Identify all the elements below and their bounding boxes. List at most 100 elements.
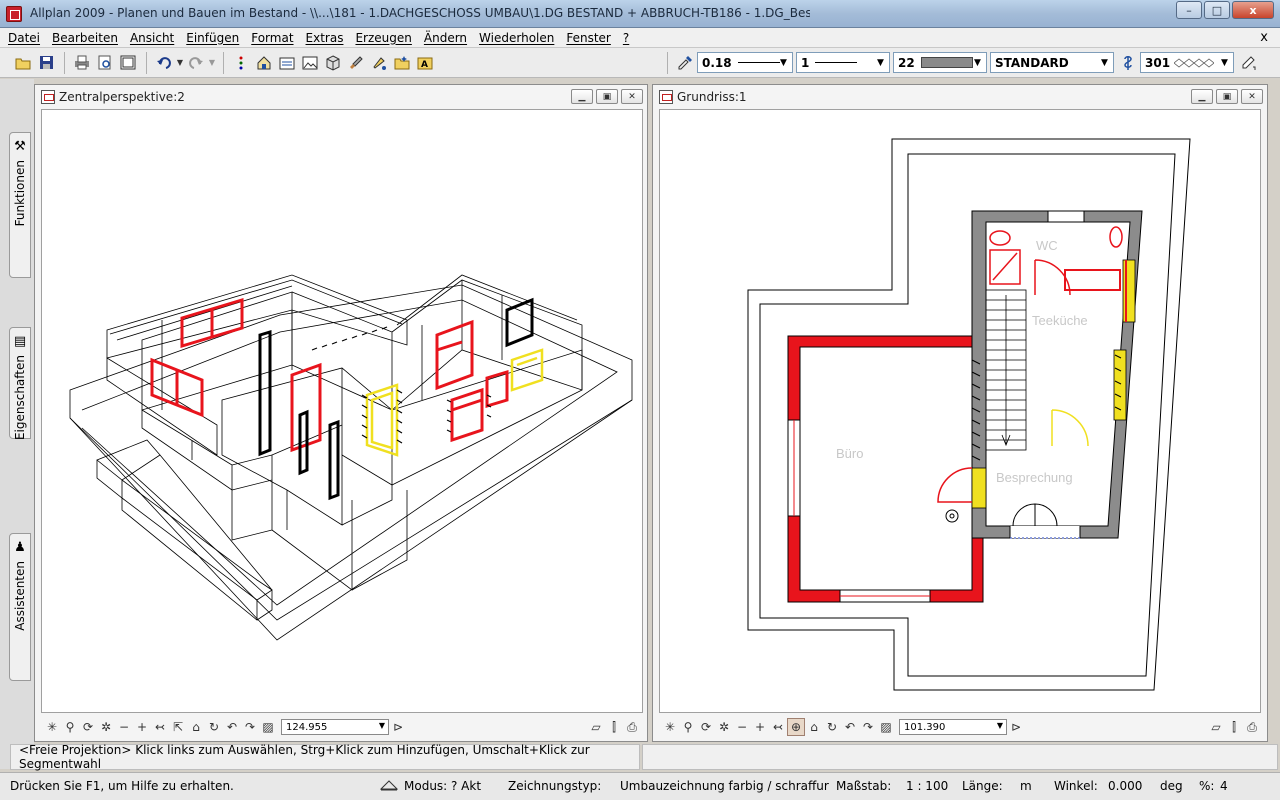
cube-view-icon[interactable]: ▱ [1207, 718, 1225, 736]
input-line[interactable] [642, 744, 1278, 770]
pen-edit-icon[interactable] [1237, 52, 1259, 74]
app-icon[interactable] [6, 6, 22, 22]
menu-erzeugen[interactable]: Erzeugen [355, 31, 411, 45]
tab-eigenschaften[interactable]: ▤ Eigenschaften [9, 327, 31, 441]
center-icon[interactable]: ✲ [715, 718, 733, 736]
snap-icon[interactable]: ⊕ [787, 718, 805, 736]
menu-wiederholen[interactable]: Wiederholen [479, 31, 554, 45]
viewport-maximize-button[interactable]: ▣ [1216, 89, 1238, 104]
dialog-line-text: <Freie Projektion> Klick links zum Auswä… [19, 743, 590, 771]
line-type-select[interactable]: 1 ▼ [796, 52, 890, 73]
brush-icon[interactable] [345, 52, 367, 74]
undo-dropdown-icon[interactable]: ▼ [176, 52, 184, 74]
zoom-out-icon[interactable]: − [733, 718, 751, 736]
previous-view-icon[interactable]: ↢ [151, 718, 169, 736]
viewport-close-button[interactable]: ✕ [621, 89, 643, 104]
split-view-icon[interactable]: ⫿ [1225, 718, 1243, 736]
close-button[interactable]: x [1232, 1, 1274, 19]
refresh-icon[interactable]: ↻ [823, 718, 841, 736]
redo-view-icon[interactable]: ↷ [859, 718, 877, 736]
folder-icon[interactable] [276, 52, 298, 74]
status-scale-value[interactable]: 1 : 100 [906, 779, 948, 793]
print-icon[interactable] [71, 52, 93, 74]
layout-icon[interactable] [117, 52, 139, 74]
menu-aendern[interactable]: Ändern [424, 31, 467, 45]
folder-wizard-icon[interactable] [391, 52, 413, 74]
print-preview-icon[interactable] [94, 52, 116, 74]
zoom-icon[interactable]: ⚲ [61, 718, 79, 736]
perspective-canvas[interactable] [41, 109, 643, 713]
pan-icon[interactable]: ✳ [661, 718, 679, 736]
menu-datei[interactable]: Datei [8, 31, 40, 45]
tab-funktionen[interactable]: ⚒ Funktionen [9, 132, 31, 278]
house-icon[interactable] [253, 52, 275, 74]
status-length-unit[interactable]: m [1020, 779, 1032, 793]
home-view-icon[interactable]: ⌂ [187, 718, 205, 736]
status-mode-value[interactable]: ? Akt [451, 779, 481, 793]
zoom-in-icon[interactable]: + [751, 718, 769, 736]
layer-select[interactable]: STANDARD ▼ [990, 52, 1114, 73]
pin-icon[interactable]: ⊳ [389, 718, 407, 736]
center-icon[interactable]: ✲ [97, 718, 115, 736]
refresh-icon[interactable]: ↻ [205, 718, 223, 736]
viewport-maximize-button[interactable]: ▣ [596, 89, 618, 104]
pan-icon[interactable]: ✳ [43, 718, 61, 736]
split-view-icon[interactable]: ⫿ [605, 718, 623, 736]
text-icon[interactable]: A [414, 52, 436, 74]
redo-view-icon[interactable]: ↷ [241, 718, 259, 736]
tab-eigenschaften-label: Eigenschaften [13, 355, 27, 441]
redo-icon[interactable] [185, 52, 207, 74]
picture-icon[interactable] [299, 52, 321, 74]
pen-thickness-select[interactable]: 0.18 ▼ [697, 52, 793, 73]
cube-view-icon[interactable]: ▱ [587, 718, 605, 736]
save-view-icon[interactable]: ▨ [877, 718, 895, 736]
menu-help[interactable]: ? [623, 31, 629, 45]
settings-view-icon[interactable]: ⎙ [623, 718, 641, 736]
undo-view-icon[interactable]: ↶ [223, 718, 241, 736]
menu-bearbeiten[interactable]: Bearbeiten [52, 31, 118, 45]
zoom-icon[interactable]: ⚲ [679, 718, 697, 736]
status-type-value[interactable]: Umbauzeichnung farbig / schraffur [620, 779, 829, 793]
undo-icon[interactable] [153, 52, 175, 74]
viewport-close-button[interactable]: ✕ [1241, 89, 1263, 104]
menu-ansicht[interactable]: Ansicht [130, 31, 174, 45]
rotate-icon[interactable]: ⟳ [697, 718, 715, 736]
color-swatch [920, 57, 973, 68]
dots-icon[interactable] [230, 52, 252, 74]
viewport-minimize-button[interactable]: ▁ [571, 89, 593, 104]
floorplan-zoom-select[interactable]: 101.390 ▼ [899, 719, 1007, 735]
zoom-in-icon[interactable]: + [133, 718, 151, 736]
redo-dropdown-icon[interactable]: ▼ [208, 52, 216, 74]
chevron-down-icon: ▼ [974, 57, 981, 68]
settings-view-icon[interactable]: ⎙ [1243, 718, 1261, 736]
home-view-icon[interactable]: ⌂ [805, 718, 823, 736]
eyedropper-icon[interactable] [674, 52, 696, 74]
viewport-minimize-button[interactable]: ▁ [1191, 89, 1213, 104]
zoom-out-icon[interactable]: − [115, 718, 133, 736]
menu-einfuegen[interactable]: Einfügen [186, 31, 239, 45]
menu-format[interactable]: Format [251, 31, 293, 45]
pin-icon[interactable]: ⊳ [1007, 718, 1025, 736]
next-view-icon[interactable]: ⇱ [169, 718, 187, 736]
chevron-down-icon: ▼ [996, 721, 1003, 730]
open-file-icon[interactable] [12, 52, 34, 74]
maximize-button[interactable]: □ [1204, 1, 1230, 19]
status-angle-unit[interactable]: deg [1160, 779, 1183, 793]
perspective-zoom-select[interactable]: 124.955 ▼ [281, 719, 389, 735]
floorplan-canvas[interactable]: WC Teeküche Büro Besprechung [659, 109, 1261, 713]
menu-extras[interactable]: Extras [306, 31, 344, 45]
paint-icon[interactable] [368, 52, 390, 74]
color-select[interactable]: 22 ▼ [893, 52, 987, 73]
previous-view-icon[interactable]: ↢ [769, 718, 787, 736]
minimize-button[interactable]: – [1176, 1, 1202, 19]
save-icon[interactable] [35, 52, 57, 74]
cube-icon[interactable] [322, 52, 344, 74]
save-view-icon[interactable]: ▨ [259, 718, 277, 736]
hatch-select[interactable]: 301 ▼ [1140, 52, 1234, 73]
rotate-icon[interactable]: ⟳ [79, 718, 97, 736]
menu-fenster[interactable]: Fenster [566, 31, 611, 45]
document-close-icon[interactable]: x [1260, 30, 1268, 45]
undo-view-icon[interactable]: ↶ [841, 718, 859, 736]
layer-link-icon[interactable] [1117, 52, 1139, 74]
tab-assistenten[interactable]: ♟ Assistenten [9, 533, 31, 681]
